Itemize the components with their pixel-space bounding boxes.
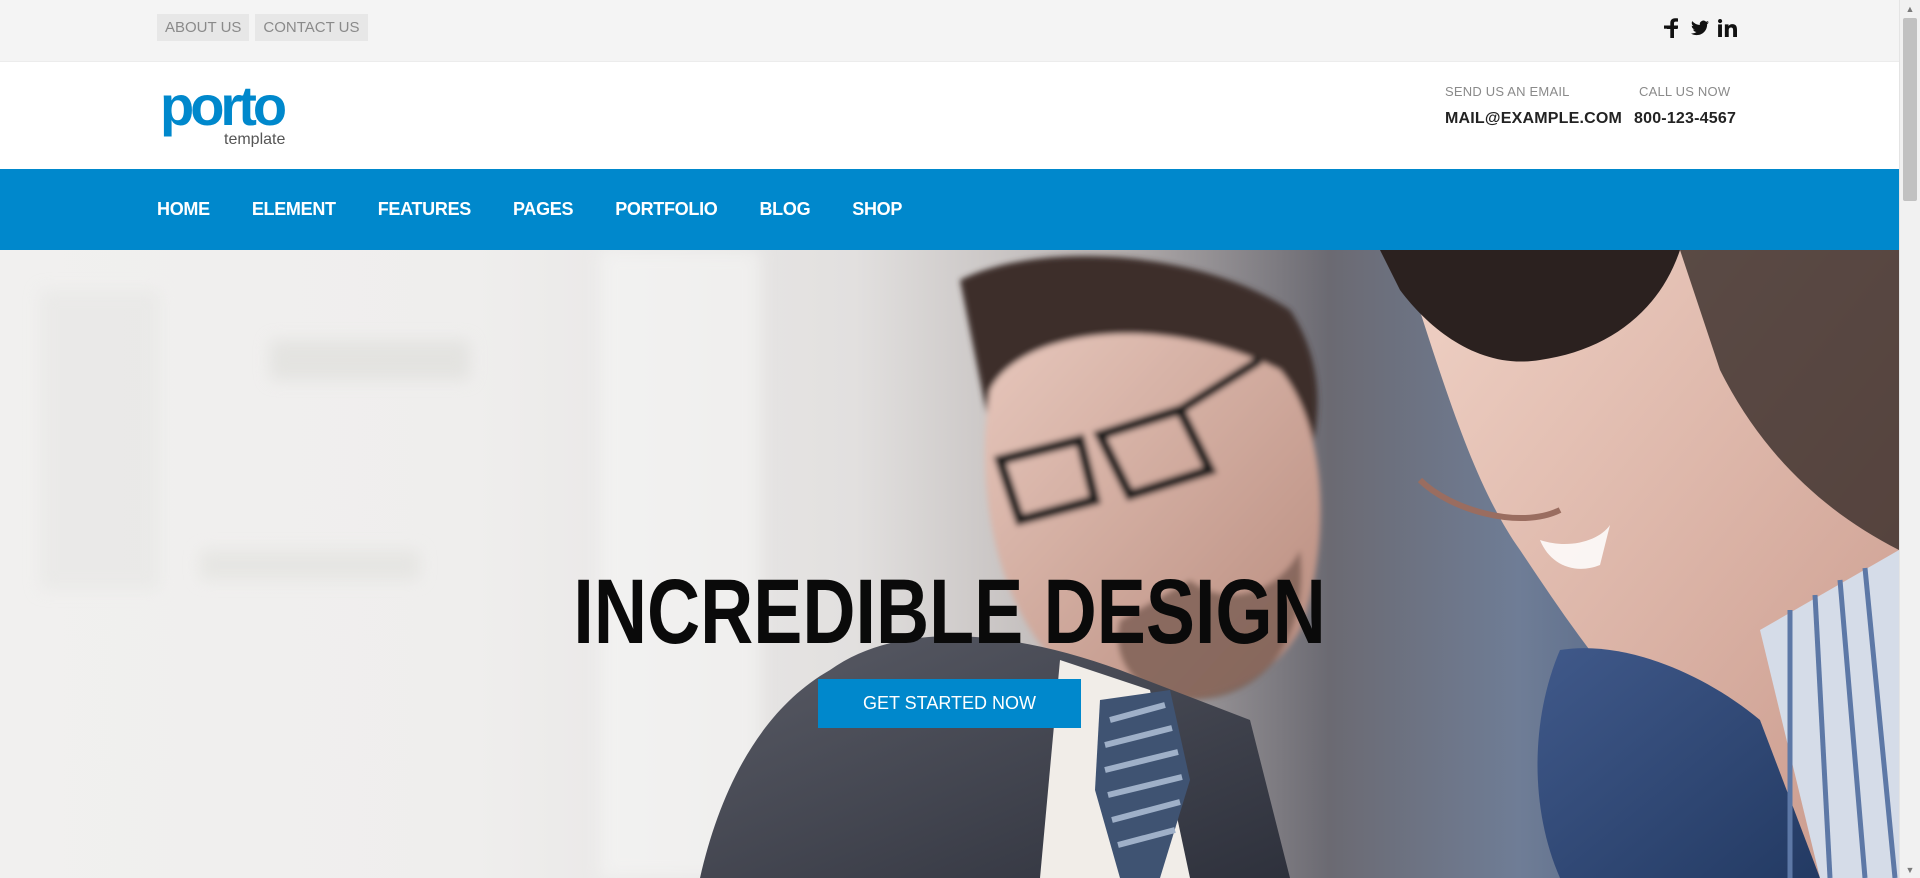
about-us-link[interactable]: ABOUT US <box>157 14 250 41</box>
get-started-button[interactable]: GET STARTED NOW <box>818 679 1081 728</box>
twitter-icon[interactable] <box>1689 16 1711 40</box>
phone-value[interactable]: 800-123-4567 <box>1634 110 1736 128</box>
contact-us-link[interactable]: CONTACT US <box>255 14 368 41</box>
nav-item-features[interactable]: FEATURES <box>378 199 472 220</box>
email-contact: SEND US AN EMAIL MAIL@EXAMPLE.COM <box>1445 84 1622 128</box>
nav-item-portfolio[interactable]: PORTFOLIO <box>615 199 718 220</box>
top-links: ABOUT US CONTACT US <box>157 14 368 41</box>
nav-items: HOME ELEMENT FEATURES PAGES PORTFOLIO BL… <box>157 169 944 250</box>
email-value[interactable]: MAIL@EXAMPLE.COM <box>1445 110 1622 128</box>
social-links <box>1661 16 1739 40</box>
nav-item-shop[interactable]: SHOP <box>852 199 902 220</box>
page-scrollbar[interactable]: ▲ ▼ <box>1899 0 1920 878</box>
nav-item-element[interactable]: ELEMENT <box>252 199 336 220</box>
porto-logo[interactable]: porto template <box>160 74 296 148</box>
scroll-down-arrow-icon[interactable]: ▼ <box>1900 861 1920 878</box>
svg-text:template: template <box>224 131 285 147</box>
hero-slider: INCREDIBLE DESIGN GET STARTED NOW <box>0 250 1899 878</box>
main-nav: HOME ELEMENT FEATURES PAGES PORTFOLIO BL… <box>0 169 1899 250</box>
scroll-up-arrow-icon[interactable]: ▲ <box>1900 0 1920 17</box>
nav-item-home[interactable]: HOME <box>157 199 210 220</box>
svg-text:porto: porto <box>160 79 286 137</box>
facebook-icon[interactable] <box>1661 16 1683 40</box>
nav-item-blog[interactable]: BLOG <box>759 199 810 220</box>
nav-item-pages[interactable]: PAGES <box>513 199 573 220</box>
linkedin-icon[interactable] <box>1717 16 1739 40</box>
hero-title: INCREDIBLE DESIGN <box>573 561 1326 663</box>
top-bar: ABOUT US CONTACT US <box>0 0 1899 62</box>
scroll-thumb[interactable] <box>1903 18 1917 201</box>
email-label: SEND US AN EMAIL <box>1445 84 1570 99</box>
phone-contact: CALL US NOW 800-123-4567 <box>1634 84 1736 128</box>
phone-label: CALL US NOW <box>1639 84 1731 99</box>
site-header: porto template SEND US AN EMAIL MAIL@EXA… <box>0 62 1899 169</box>
page: ABOUT US CONTACT US porto template SEND … <box>0 0 1899 878</box>
